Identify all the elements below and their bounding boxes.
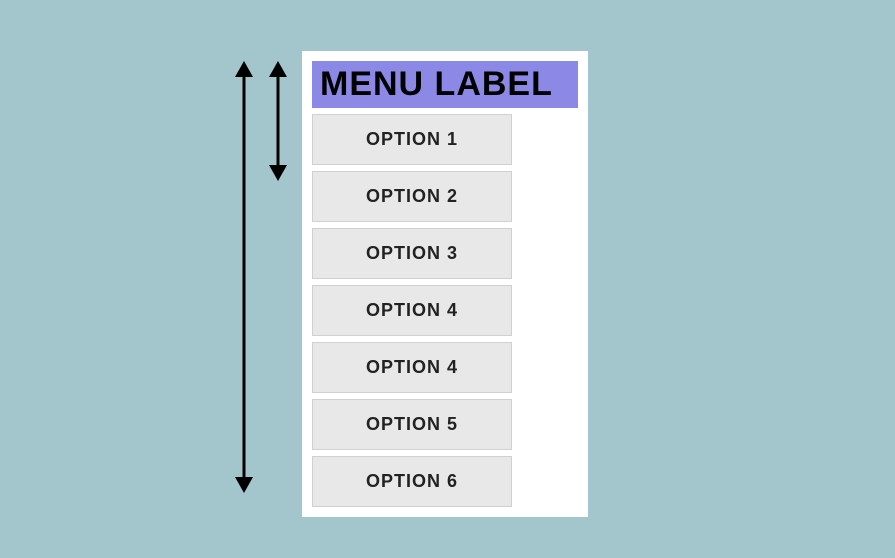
menu-option[interactable]: OPTION 2: [312, 171, 512, 222]
menu-option[interactable]: OPTION 4: [312, 342, 512, 393]
arrow-down-icon: [269, 165, 287, 181]
menu-option[interactable]: OPTION 3: [312, 228, 512, 279]
menu-option[interactable]: OPTION 5: [312, 399, 512, 450]
arrow-line: [277, 71, 280, 171]
menu-option[interactable]: OPTION 1: [312, 114, 512, 165]
menu-option[interactable]: OPTION 4: [312, 285, 512, 336]
arrow-line: [243, 71, 246, 483]
menu-option[interactable]: OPTION 6: [312, 456, 512, 507]
menu-label[interactable]: MENU LABEL: [312, 61, 578, 108]
menu-container: MENU LABEL OPTION 1 OPTION 2 OPTION 3 OP…: [302, 51, 588, 517]
arrow-down-icon: [235, 477, 253, 493]
menu-options-list: OPTION 1 OPTION 2 OPTION 3 OPTION 4 OPTI…: [312, 114, 512, 507]
